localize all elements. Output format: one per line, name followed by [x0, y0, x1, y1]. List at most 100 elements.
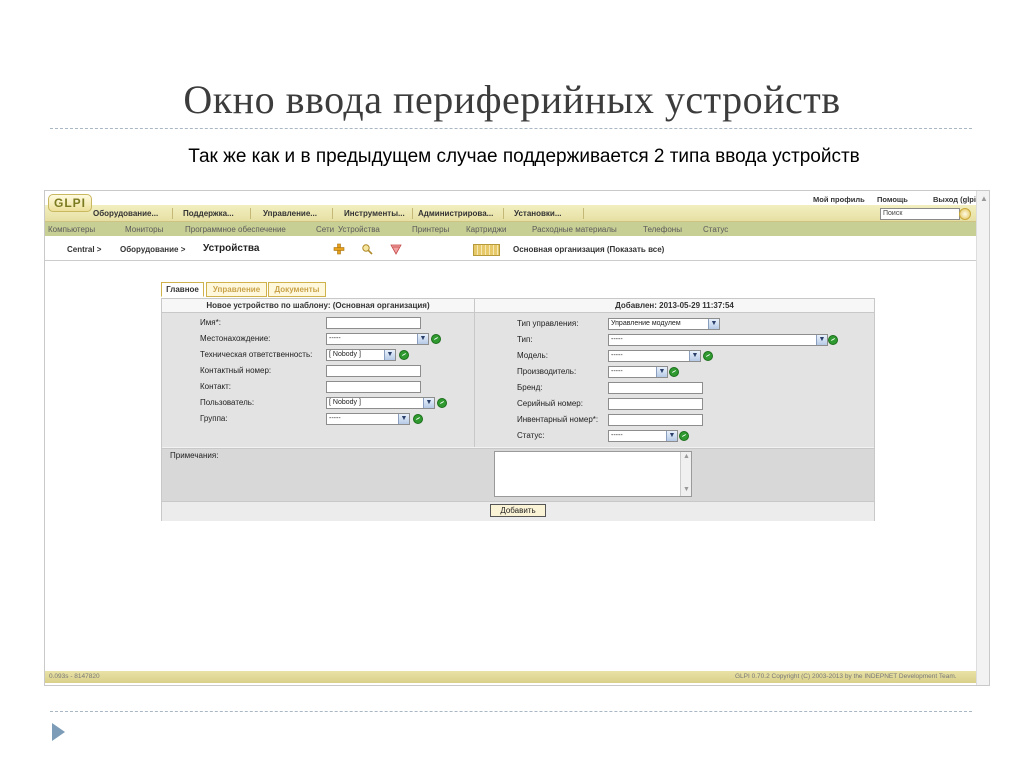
glpi-logo[interactable]: GLPI	[48, 194, 92, 212]
submenu-computers[interactable]: Компьютеры	[48, 225, 95, 234]
add-item-icon[interactable]	[703, 351, 713, 361]
scroll-down-icon[interactable]: ▼	[683, 486, 690, 493]
dropdown-arrow-icon[interactable]: ▼	[384, 350, 395, 360]
add-item-icon[interactable]	[679, 431, 689, 441]
menu-separator	[172, 208, 173, 219]
glpi-screenshot: GLPI Мой профиль Помощь Выход (glpi) Пои…	[44, 190, 990, 686]
tab-main[interactable]: Главное	[161, 282, 204, 297]
inventory-number-label: Инвентарный номер*:	[517, 415, 599, 424]
breadcrumb-inventory[interactable]: Оборудование >	[120, 245, 185, 254]
management-type-select[interactable]: Управление модулем ▼	[608, 318, 720, 330]
scroll-up-icon[interactable]: ▲	[980, 194, 988, 203]
submenu-cartridges[interactable]: Картриджи	[466, 225, 506, 234]
help-link[interactable]: Помощь	[877, 195, 908, 204]
menu-support[interactable]: Поддержка...	[183, 209, 234, 218]
user-label: Пользователь:	[200, 398, 255, 407]
submenu-monitors[interactable]: Мониторы	[125, 225, 163, 234]
footer-copyright: GLPI 0.70.2 Copyright (C) 2003-2013 by t…	[735, 673, 957, 680]
menu-separator	[412, 208, 413, 219]
brand-label: Бренд:	[517, 383, 543, 392]
add-item-icon[interactable]	[431, 334, 441, 344]
page-scrollbar[interactable]: ▲	[976, 191, 989, 685]
location-select[interactable]: ----- ▼	[326, 333, 429, 345]
submenu-software[interactable]: Программное обеспечение	[185, 225, 286, 234]
title-divider	[50, 128, 972, 129]
menu-inventory[interactable]: Оборудование...	[93, 209, 158, 218]
search-icon[interactable]	[361, 243, 373, 255]
add-item-icon[interactable]	[828, 335, 838, 345]
column-divider	[474, 299, 475, 447]
serial-number-input[interactable]	[608, 398, 703, 410]
dropdown-arrow-icon[interactable]: ▼	[689, 351, 700, 361]
logout-link[interactable]: Выход (glpi)	[933, 195, 978, 204]
type-select[interactable]: ----- ▼	[608, 334, 828, 346]
manufacturer-select[interactable]: ----- ▼	[608, 366, 668, 378]
submenu-phones[interactable]: Телефоны	[643, 225, 682, 234]
submenu-printers[interactable]: Принтеры	[412, 225, 449, 234]
group-select[interactable]: ----- ▼	[326, 413, 410, 425]
model-select[interactable]: ----- ▼	[608, 350, 701, 362]
dropdown-arrow-icon[interactable]: ▼	[656, 367, 667, 377]
tech-responsible-select[interactable]: [ Nobody ] ▼	[326, 349, 396, 361]
menu-separator	[250, 208, 251, 219]
tab-documents[interactable]: Документы	[268, 282, 326, 297]
notes-scrollbar[interactable]: ▲ ▼	[680, 452, 691, 496]
template-icon[interactable]	[390, 243, 402, 255]
status-label: Статус:	[517, 431, 545, 440]
menu-management[interactable]: Управление...	[263, 209, 317, 218]
menu-admin[interactable]: Администрирова...	[418, 209, 493, 218]
submenu-consumables[interactable]: Расходные материалы	[532, 225, 617, 234]
tech-responsible-value: [ Nobody ]	[329, 351, 361, 358]
name-label: Имя*:	[200, 318, 221, 327]
add-item-icon[interactable]	[413, 414, 423, 424]
add-item-icon[interactable]	[399, 350, 409, 360]
profile-link[interactable]: Мой профиль	[813, 195, 865, 204]
notes-label: Примечания:	[170, 451, 219, 460]
entity-icon[interactable]	[473, 244, 500, 256]
dropdown-arrow-icon[interactable]: ▼	[423, 398, 434, 408]
serial-number-label: Серийный номер:	[517, 399, 583, 408]
inventory-number-input[interactable]	[608, 414, 703, 426]
manufacturer-value: -----	[611, 368, 623, 375]
user-select[interactable]: [ Nobody ] ▼	[326, 397, 435, 409]
form-left-header: Новое устройство по шаблону: (Основная о…	[162, 299, 474, 313]
footer-timing: 0.093s - 8147820	[49, 673, 100, 680]
dropdown-arrow-icon[interactable]: ▼	[816, 335, 827, 345]
search-input[interactable]: Поиск	[880, 208, 960, 220]
dropdown-arrow-icon[interactable]: ▼	[666, 431, 677, 441]
slide-title: Окно ввода периферийных устройств	[183, 77, 841, 122]
add-button[interactable]: Добавить	[490, 504, 546, 517]
name-input[interactable]	[326, 317, 421, 329]
dropdown-arrow-icon[interactable]: ▼	[398, 414, 409, 424]
management-type-label: Тип управления:	[517, 319, 579, 328]
notes-textarea[interactable]: ▲ ▼	[494, 451, 692, 497]
add-item-icon[interactable]	[669, 367, 679, 377]
dropdown-arrow-icon[interactable]: ▼	[417, 334, 428, 344]
user-value: [ Nobody ]	[329, 399, 361, 406]
scroll-up-icon[interactable]: ▲	[683, 453, 690, 460]
dropdown-arrow-icon[interactable]: ▼	[708, 319, 719, 329]
model-value: -----	[611, 352, 623, 359]
search-go-icon[interactable]	[959, 208, 971, 220]
contact-number-input[interactable]	[326, 365, 421, 377]
submenu-networks[interactable]: Сети	[316, 225, 334, 234]
submenu-devices[interactable]: Устройства	[338, 225, 380, 234]
tab-management[interactable]: Управление	[206, 282, 267, 297]
breadcrumb-central[interactable]: Central >	[67, 245, 101, 254]
menu-setup[interactable]: Установки...	[514, 209, 562, 218]
plus-icon[interactable]	[333, 243, 345, 255]
slide-subtitle: Так же как и в предыдущем случае поддерж…	[188, 146, 860, 167]
contact-label: Контакт:	[200, 382, 232, 391]
location-value: -----	[329, 335, 341, 342]
menu-separator	[503, 208, 504, 219]
menu-separator	[583, 208, 584, 219]
status-select[interactable]: ----- ▼	[608, 430, 678, 442]
entity-name[interactable]: Основная организация (Показать все)	[513, 245, 664, 254]
model-label: Модель:	[517, 351, 548, 360]
submenu-status[interactable]: Статус	[703, 225, 728, 234]
brand-input[interactable]	[608, 382, 703, 394]
add-item-icon[interactable]	[437, 398, 447, 408]
contact-input[interactable]	[326, 381, 421, 393]
location-label: Местонахождение:	[200, 334, 271, 343]
menu-tools[interactable]: Инструменты...	[344, 209, 405, 218]
